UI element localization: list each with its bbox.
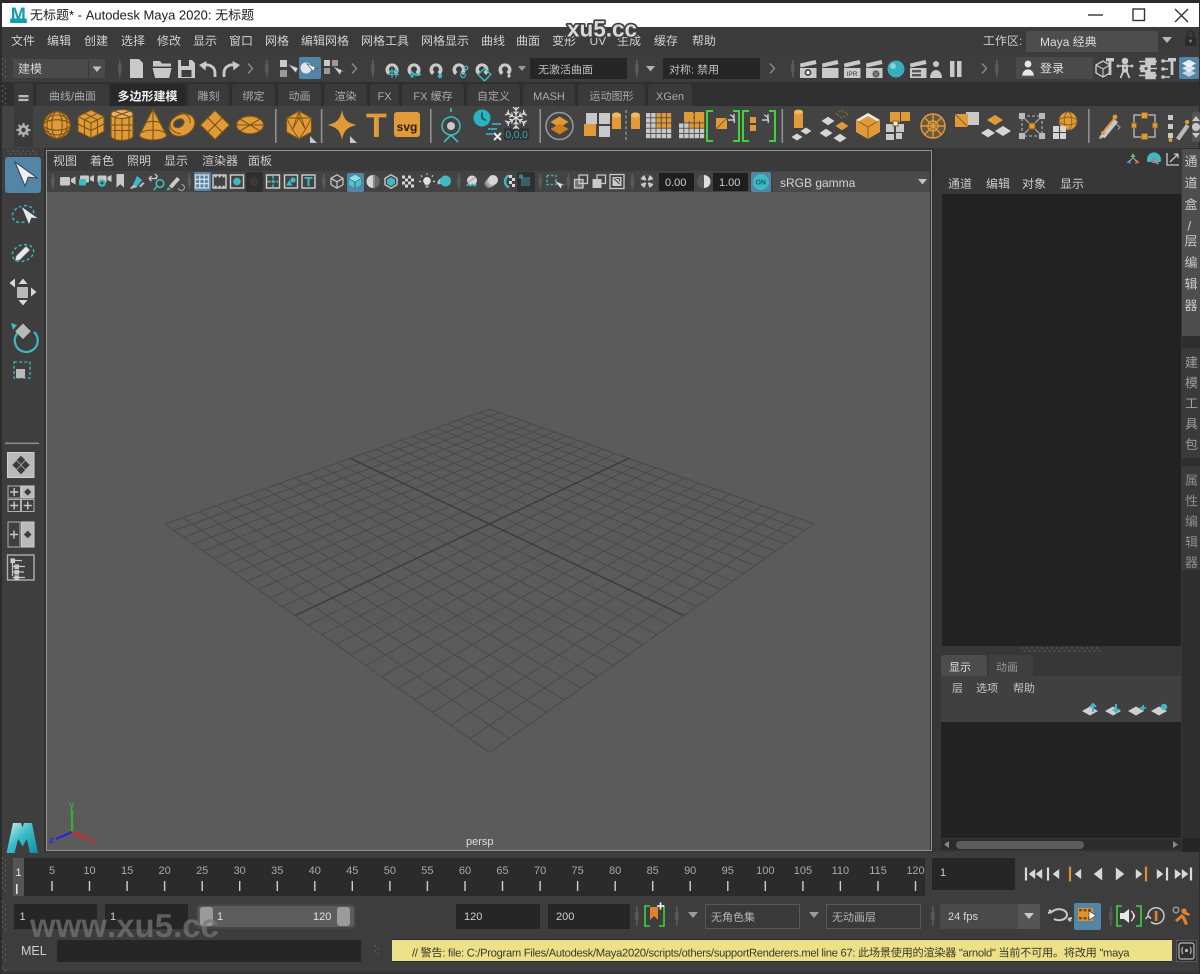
svg-text:60: 60 — [459, 865, 471, 877]
svg-text:110: 110 — [832, 865, 850, 877]
svg-text:115: 115 — [869, 865, 887, 877]
svg-text:45: 45 — [346, 865, 358, 877]
svg-text:120: 120 — [906, 865, 924, 877]
svg-text:10: 10 — [83, 865, 95, 877]
svg-text:15: 15 — [121, 865, 133, 877]
svg-text:105: 105 — [794, 865, 812, 877]
svg-text:55: 55 — [421, 865, 433, 877]
svg-text:y: y — [69, 800, 75, 811]
svg-text:50: 50 — [384, 865, 396, 877]
svg-text:IPR: IPR — [847, 71, 858, 78]
svg-text:75: 75 — [571, 865, 583, 877]
svg-text:70: 70 — [534, 865, 546, 877]
svg-text:z: z — [49, 835, 54, 846]
svg-text:30: 30 — [234, 865, 246, 877]
svg-text:65: 65 — [496, 865, 508, 877]
svg-text:5: 5 — [49, 865, 55, 877]
svg-text:20: 20 — [158, 865, 170, 877]
svg-text:35: 35 — [271, 865, 283, 877]
svg-text:85: 85 — [647, 865, 659, 877]
svg-text:80: 80 — [609, 865, 621, 877]
svg-text:95: 95 — [722, 865, 734, 877]
svg-text:40: 40 — [309, 865, 321, 877]
svg-text:100: 100 — [756, 865, 774, 877]
svg-text:svg: svg — [397, 120, 418, 134]
svg-text:90: 90 — [684, 865, 696, 877]
svg-text:25: 25 — [196, 865, 208, 877]
svg-text:x: x — [90, 836, 96, 847]
